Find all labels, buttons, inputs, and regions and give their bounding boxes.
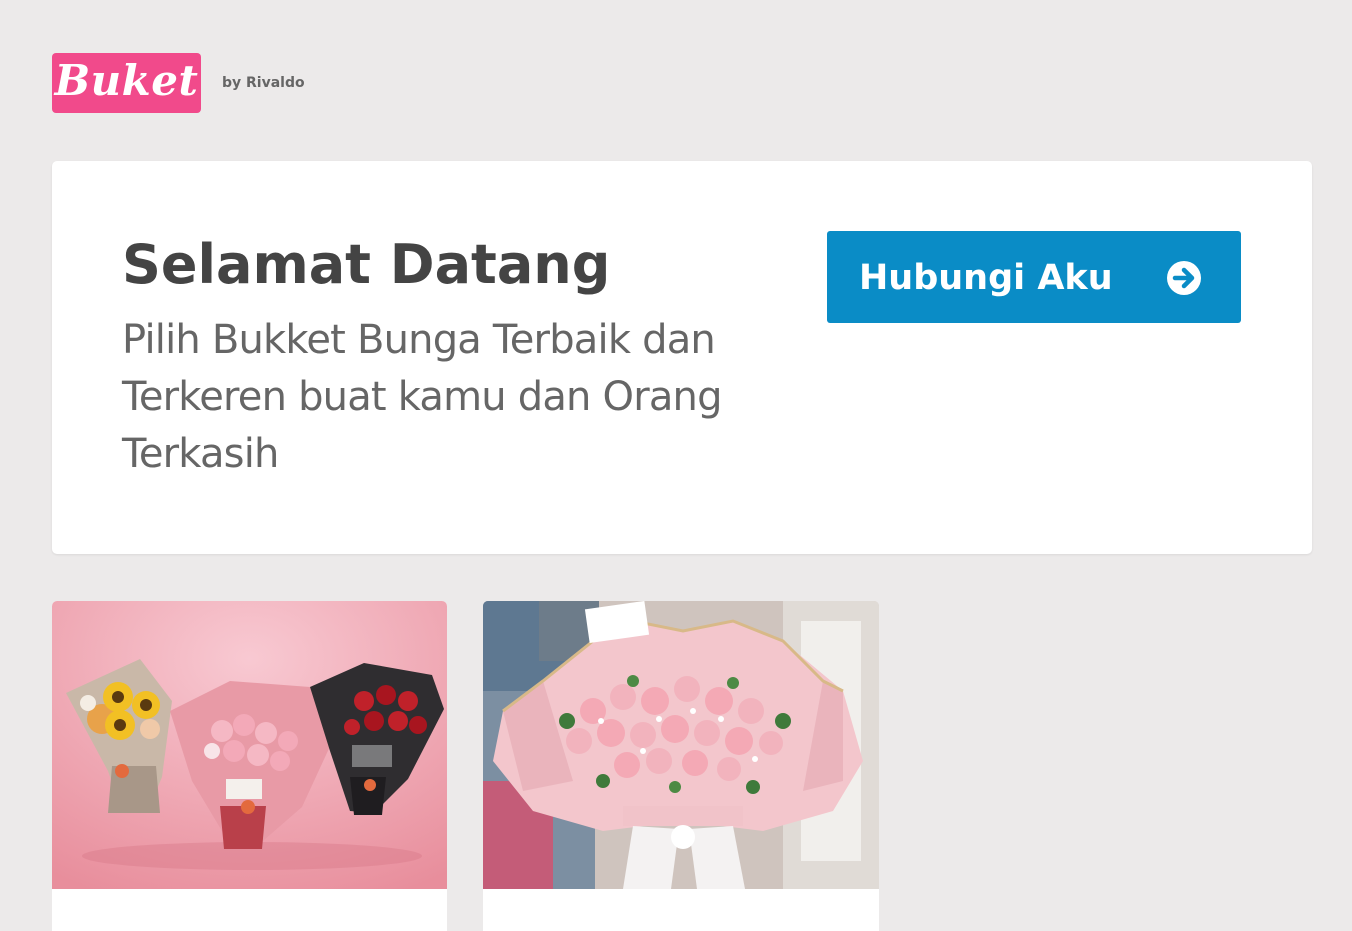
brand-byline: by Rivaldo (222, 75, 305, 91)
product-image[interactable] (52, 601, 447, 889)
pink-rose-bouquet-image (483, 601, 879, 889)
hero-panel: Selamat Datang Pilih Bukket Bunga Terbai… (52, 161, 1312, 554)
brand-logo[interactable]: Buket (52, 53, 201, 113)
contact-button-label: Hubungi Aku (859, 258, 1113, 298)
product-image[interactable] (483, 601, 879, 889)
hero-subtitle: Pilih Bukket Bunga Terbaik dan Terkeren … (122, 317, 723, 477)
brand-logo-text: Buket (54, 56, 199, 105)
hero-title: Selamat Datang (122, 233, 611, 296)
bouquet-trio-image (52, 601, 447, 889)
product-card[interactable] (483, 601, 879, 931)
arrow-circle-right-icon (1167, 261, 1201, 295)
contact-button[interactable]: Hubungi Aku (827, 231, 1241, 323)
product-card[interactable] (52, 601, 447, 931)
